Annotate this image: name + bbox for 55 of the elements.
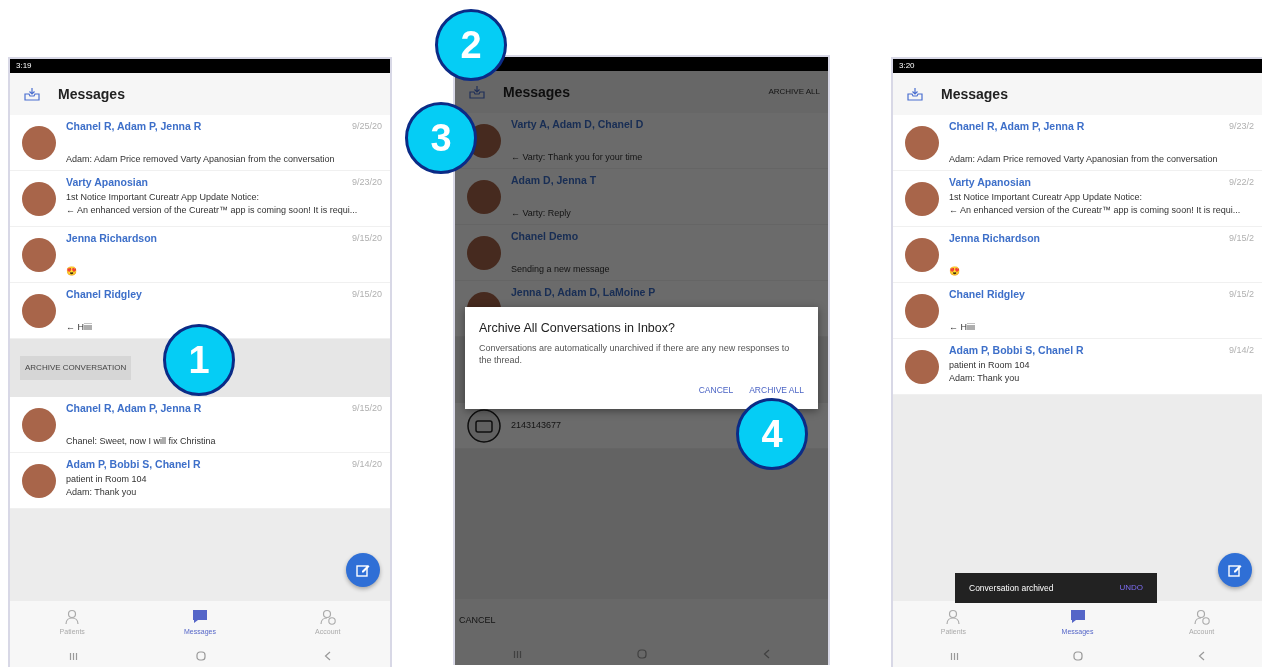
step-number-badge: 3 (405, 102, 477, 174)
message-date: 9/23/2 (1228, 120, 1254, 134)
message-date: 9/14/2 (1228, 344, 1254, 358)
message-date: 9/15/20 (351, 232, 382, 246)
message-preview: Sending a new message (511, 262, 610, 276)
message-preview: ← An enhanced version of the Cureatr™ app is coming soon! It is requi... (66, 204, 358, 218)
screen-title: Messages (58, 84, 125, 104)
message-preview: Adam: Adam Price removed Varty Apanosian from the conversation (949, 152, 1218, 166)
dialog-title: Archive All Conversations in Inbox? (479, 320, 676, 337)
message-preview: 1st Notice Important Cureatr App Update Notice: (949, 190, 1143, 204)
status-time: 3:20 (899, 60, 915, 72)
step-number-badge: 2 (435, 9, 507, 81)
contact-name: Chanel Ridgley (949, 287, 1025, 302)
contact-name: Adam P, Bobbi S, Chanel R (949, 343, 1084, 358)
contact-name: Jenna D, Adam D, LaMoine P (511, 285, 656, 300)
message-date: 9/14/20 (351, 458, 382, 472)
message-preview: patient in Room 104 (949, 358, 1030, 372)
contact-name: Adam D, Jenna T (511, 173, 597, 188)
contact-name: Adam P, Bobbi S, Chanel R (66, 457, 201, 472)
contact-name: Chanel Ridgley (66, 287, 142, 302)
message-preview: patient in Room 104 (66, 472, 147, 486)
contact-name: Varty Apanosian (949, 175, 1031, 190)
message-preview: ← Varty: Reply (511, 206, 571, 220)
message-preview: Adam: Thank you (949, 372, 1020, 386)
message-date: 9/25/20 (351, 120, 382, 134)
message-date: 9/22/2 (1228, 176, 1254, 190)
snackbar-message: Conversation archived (969, 581, 1054, 595)
contact-name: Varty Apanosian (66, 175, 148, 190)
message-preview: ← An enhanced version of the Cureatr™ app is coming soon! It is requi... (949, 204, 1241, 218)
dialog-message: Conversations are automatically unarchived if there are any new responses to the thread. (479, 341, 791, 367)
message-preview: ← Hiiii (66, 320, 92, 334)
screen-title: Messages (503, 82, 570, 102)
contact-name: Chanel Demo (511, 229, 579, 244)
contact-name: Varty A, Adam D, Chanel D (511, 117, 644, 132)
message-preview: 1st Notice Important Cureatr App Update Notice: (66, 190, 260, 204)
message-date: 9/15/20 (351, 402, 382, 416)
message-date: 9/15/2 (1228, 288, 1254, 302)
contact-name: Jenna Richardson (66, 231, 158, 246)
message-preview: 😍 (66, 264, 77, 278)
status-time: 3:19 (16, 60, 32, 72)
message-preview: Adam: Thank you (66, 486, 137, 500)
message-preview: Chanel: Sweet, now I will fix Christina (66, 434, 216, 448)
message-preview: 😍 (949, 264, 960, 278)
message-preview: 2143143677 (511, 418, 562, 432)
message-preview: ← Hiiii (949, 320, 975, 334)
screen-title: Messages (941, 84, 1008, 104)
message-preview: Adam: Adam Price removed Varty Apanosian from the conversation (66, 152, 335, 166)
message-preview: ← Varty: Thank you for your time (511, 150, 643, 164)
message-date: 9/15/20 (351, 288, 382, 302)
contact-name: Chanel R, Adam P, Jenna R (949, 119, 1085, 134)
contact-name: Jenna Richardson (949, 231, 1041, 246)
message-date: 9/15/2 (1228, 232, 1254, 246)
message-date: 9/23/20 (351, 176, 382, 190)
contact-name: Chanel R, Adam P, Jenna R (66, 119, 202, 134)
contact-name: Chanel R, Adam P, Jenna R (66, 401, 202, 416)
